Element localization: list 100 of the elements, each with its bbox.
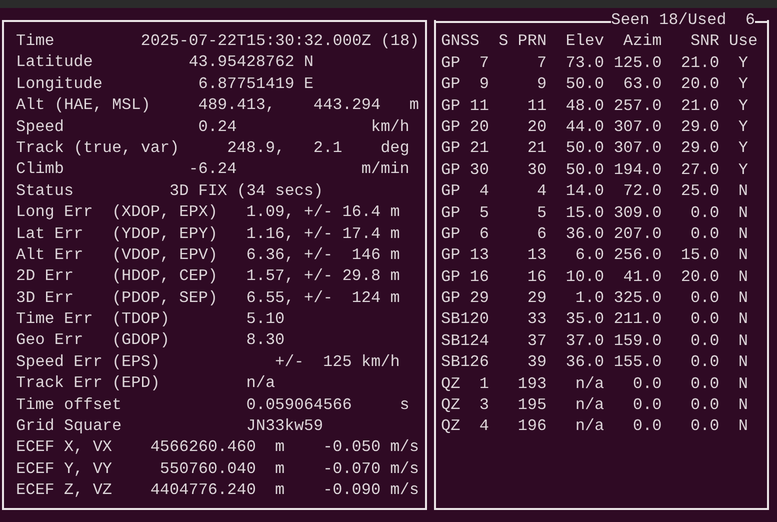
table-cell-text: 39 [527,352,547,374]
table-cell: 0.0 [690,288,720,310]
table-cell-text: 307.0 [614,116,662,138]
table-cell-text: Y [738,74,748,96]
field-label: Track Err [16,373,102,394]
column-header: PRN [518,31,547,52]
table-cell-text: N [738,352,748,374]
field-value: (EPS) [112,352,160,373]
table-cell: 5 [536,202,547,224]
field-label: Longitude [16,74,102,95]
table-cell: 15.0 [566,202,604,224]
table-cell-text: 37 [527,330,547,352]
field-value: m [409,95,419,116]
field-value: 3D FIX (34 secs) [170,180,323,202]
table-cell-text: QZ [441,416,460,438]
table-cell: 3 [479,395,489,416]
table-cell-text: 0.0 [632,374,662,395]
table-cell: 21.0 [680,96,720,117]
field-value: (VDOP, EPV) [112,244,218,266]
field-value: 43.95428762 N [188,52,314,74]
field-value: 1.16, +/- [246,224,333,245]
table-cell-text: n/a [575,374,604,395]
field-value: 8.30 [246,330,285,352]
table-cell-text: 0.0 [690,330,720,352]
table-cell-text: 41.0 [623,266,662,288]
table-cell-text: GP [441,138,460,160]
field-label: Lat Err [16,224,84,245]
table-cell-text: GP [441,181,460,202]
table-cell-text: 16 [470,266,489,288]
table-cell-text: 50.0 [566,74,604,96]
table-cell-text: 196 [518,416,547,438]
field-value: +/- [275,352,304,373]
field-value: n/a [246,373,276,394]
table-cell-text: 155.0 [614,352,662,374]
table-cell-text: 16 [527,266,547,288]
table-cell-text: 50.0 [566,138,604,160]
table-cell-text: 124 [460,330,489,352]
table-cell: Y [738,96,748,117]
field-value: 550760.040 [160,458,256,480]
field-value: 29.8 m [342,266,400,288]
field-value: m [275,458,285,480]
table-cell-text: 21 [470,138,489,160]
table-cell-text: GP [441,224,460,245]
table-cell: 325.0 [614,288,662,310]
table-cell: 48.0 [566,96,604,117]
field-value: (TDOP) [112,309,170,330]
table-cell-text: 37.0 [566,330,604,352]
field-value: 489.413, [198,95,276,116]
table-cell-text: N [738,245,748,266]
field-value: 6.87751419 E [198,74,314,95]
table-cell-text: QZ [441,374,460,395]
field-label: 2D Err [16,266,74,288]
field-value: (YDOP, EPY) [112,224,218,245]
table-cell-text: 13 [470,245,489,266]
table-cell: 195 [518,395,547,416]
field-value: 124 m [352,288,400,309]
table-cell-text: 63.0 [623,74,662,96]
table-cell-text: 10.0 [566,266,604,288]
column-header: SNR [690,31,720,52]
field-value: 5.10 [246,309,285,330]
field-value: m/s [390,480,419,502]
field-value: 1.09, +/- [246,202,333,224]
field-label: Climb [16,159,64,180]
table-cell-text: 0.0 [690,309,720,330]
table-cell: N [738,202,748,224]
field-value: deg [380,138,410,159]
field-value: m/min [361,159,410,180]
table-cell: N [738,395,748,416]
field-value: (GDOP) [112,330,170,352]
table-cell: 11 [470,96,489,117]
table-cell-text: N [738,330,748,352]
column-header: Use [728,31,758,52]
table-cell-text: 25.0 [680,181,720,202]
field-value: (HDOP, CEP) [112,266,218,288]
table-cell-text: SB [441,330,460,352]
field-value: m [275,437,285,458]
field-value: -0.070 [323,458,381,480]
table-cell-text: 14.0 [566,181,604,202]
field-value: 125 km/h [323,352,400,373]
field-label: ECEF X, VX [16,437,112,458]
table-cell-text: 0.0 [690,374,720,395]
table-cell-text: N [738,374,748,395]
field-value: 4566260.460 [150,437,256,458]
field-label: Speed [16,116,64,138]
table-cell-text: 29.0 [680,138,720,160]
table-cell-text: GP [441,160,460,181]
table-cell-text: 30 [527,160,547,181]
table-cell-text: 7 [536,52,547,74]
field-label: Geo Err [16,330,84,352]
table-cell-text: 307.0 [614,138,662,160]
field-label: ECEF Z, VZ [16,480,112,502]
field-value: m/s [390,437,419,458]
table-cell: 5 [479,202,489,224]
table-cell-text: SB [441,309,460,330]
column-header: GNSS [441,31,480,52]
field-value: 16.4 m [342,202,400,224]
table-cell: 11 [527,96,547,117]
table-cell-text: 7 [479,52,489,74]
table-cell-text: 0.0 [632,416,662,438]
table-cell: 29 [470,288,489,310]
